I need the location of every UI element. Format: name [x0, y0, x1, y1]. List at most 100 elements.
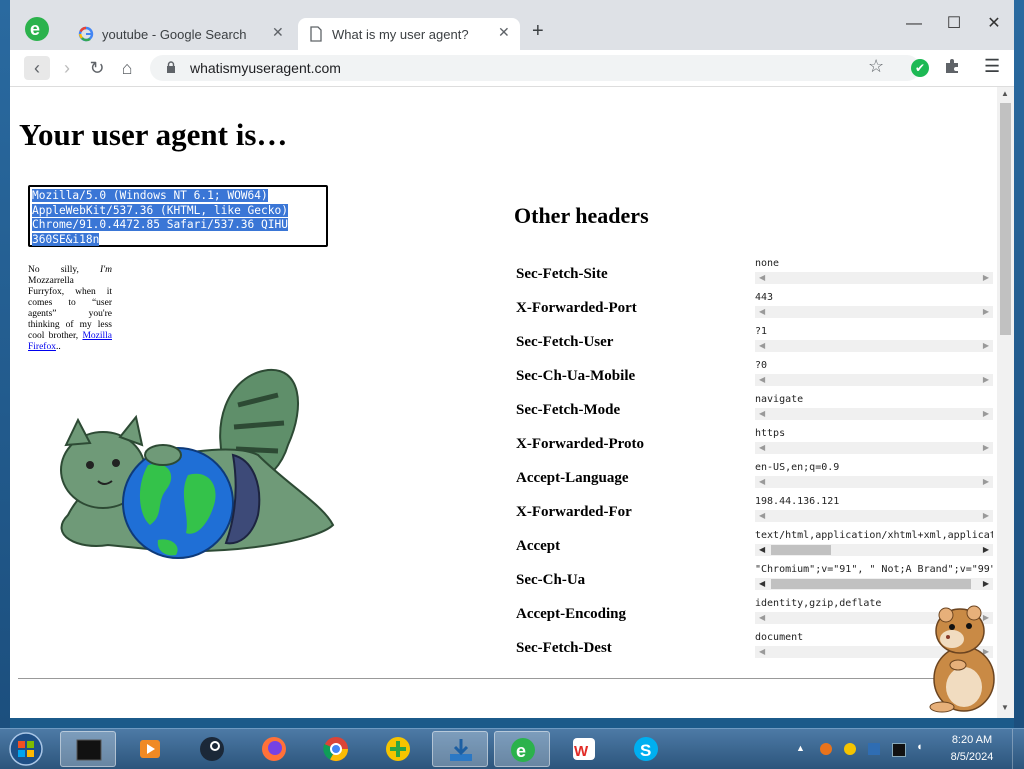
- horizontal-scrollbar[interactable]: ◀ ▶: [755, 306, 993, 318]
- horizontal-scrollbar[interactable]: ◀ ▶: [755, 578, 993, 590]
- page-vertical-scrollbar[interactable]: ▲ ▼: [997, 87, 1014, 718]
- taskbar-chrome-app[interactable]: [308, 731, 364, 767]
- scroll-left-icon[interactable]: ◀: [759, 510, 765, 522]
- header-value[interactable]: navigate: [755, 394, 803, 405]
- header-value-field[interactable]: navigate ◀ ▶: [755, 394, 993, 424]
- clock-time[interactable]: 8:20 AM: [946, 734, 998, 746]
- show-desktop-button[interactable]: [1012, 729, 1024, 769]
- horizontal-scrollbar[interactable]: ◀ ▶: [755, 476, 993, 488]
- scroll-right-icon[interactable]: ▶: [983, 578, 989, 590]
- header-value[interactable]: document: [755, 632, 803, 643]
- taskbar-firefox-app[interactable]: [246, 731, 302, 767]
- header-value[interactable]: 198.44.136.121: [755, 496, 839, 507]
- start-orb-icon[interactable]: [4, 730, 48, 768]
- scroll-left-icon[interactable]: ◀: [759, 646, 765, 658]
- tab-close-icon[interactable]: ✕: [272, 24, 284, 41]
- header-value[interactable]: https: [755, 428, 785, 439]
- taskbar-terminal-app[interactable]: [60, 731, 116, 767]
- horizontal-scrollbar[interactable]: ◀ ▶: [755, 510, 993, 522]
- taskbar-media-player-app[interactable]: [122, 731, 178, 767]
- header-value[interactable]: text/html,application/xhtml+xml,applicat: [755, 530, 993, 541]
- tab-google-search[interactable]: youtube - Google Search ✕: [68, 18, 292, 50]
- scroll-right-icon[interactable]: ▶: [983, 544, 989, 556]
- extension-check-icon[interactable]: ✔: [911, 59, 929, 77]
- tray-360-icon[interactable]: [844, 743, 856, 755]
- minimize-button[interactable]: —: [894, 10, 934, 40]
- header-value-field[interactable]: en-US,en;q=0.9 ◀ ▶: [755, 462, 993, 492]
- header-value[interactable]: ?0: [755, 360, 767, 371]
- show-hidden-icons-chevron-icon[interactable]: ▲: [796, 743, 808, 755]
- taskbar-wps-office-app[interactable]: W: [556, 731, 612, 767]
- tray-shield-icon[interactable]: [868, 743, 880, 755]
- scroll-thumb[interactable]: [771, 545, 831, 555]
- header-value-field[interactable]: ?1 ◀ ▶: [755, 326, 993, 356]
- tray-network-icon[interactable]: [892, 743, 906, 757]
- tray-app-icon[interactable]: [820, 743, 832, 755]
- header-value[interactable]: none: [755, 258, 779, 269]
- user-agent-textarea[interactable]: Mozilla/5.0 (Windows NT 6.1; WOW64) Appl…: [28, 185, 328, 247]
- horizontal-scrollbar[interactable]: ◀ ▶: [755, 544, 993, 556]
- header-value-field[interactable]: https ◀ ▶: [755, 428, 993, 458]
- scroll-left-icon[interactable]: ◀: [759, 408, 765, 420]
- tab-close-icon[interactable]: ✕: [498, 24, 510, 41]
- scroll-right-icon[interactable]: ▶: [983, 374, 989, 386]
- horizontal-scrollbar[interactable]: ◀ ▶: [755, 408, 993, 420]
- horizontal-scrollbar[interactable]: ◀ ▶: [755, 272, 993, 284]
- taskbar-steam-app[interactable]: [184, 731, 240, 767]
- taskbar-ie-browser-app[interactable]: e: [494, 731, 550, 767]
- header-value-field[interactable]: 443 ◀ ▶: [755, 292, 993, 322]
- taskbar-download-manager-app[interactable]: [432, 731, 488, 767]
- scroll-left-icon[interactable]: ◀: [759, 612, 765, 624]
- page-scroll-thumb[interactable]: [1000, 103, 1011, 335]
- extensions-puzzle-icon[interactable]: [944, 58, 960, 74]
- scroll-left-icon[interactable]: ◀: [759, 476, 765, 488]
- scroll-right-icon[interactable]: ▶: [983, 408, 989, 420]
- scroll-left-icon[interactable]: ◀: [759, 544, 765, 556]
- back-arrow-icon[interactable]: ‹: [24, 56, 50, 80]
- scroll-thumb[interactable]: [771, 579, 971, 589]
- scroll-down-icon[interactable]: ▼: [1001, 703, 1009, 712]
- url-text[interactable]: whatismyuseragent.com: [190, 60, 341, 76]
- 360-browser-logo-icon[interactable]: e: [24, 16, 50, 42]
- reload-icon[interactable]: ↻: [84, 56, 110, 80]
- header-value-field[interactable]: 198.44.136.121 ◀ ▶: [755, 496, 993, 526]
- home-icon[interactable]: ⌂: [114, 56, 140, 80]
- scroll-left-icon[interactable]: ◀: [759, 442, 765, 454]
- scroll-right-icon[interactable]: ▶: [983, 476, 989, 488]
- header-value-field[interactable]: none ◀ ▶: [755, 258, 993, 288]
- header-value-field[interactable]: text/html,application/xhtml+xml,applicat…: [755, 530, 993, 560]
- scroll-left-icon[interactable]: ◀: [759, 272, 765, 284]
- tab-what-is-my-user-agent[interactable]: What is my user agent? ✕: [298, 18, 520, 50]
- bookmark-star-icon[interactable]: ☆: [868, 56, 884, 77]
- scroll-right-icon[interactable]: ▶: [983, 340, 989, 352]
- scroll-left-icon[interactable]: ◀: [759, 578, 765, 590]
- horizontal-scrollbar[interactable]: ◀ ▶: [755, 374, 993, 386]
- clock-date[interactable]: 8/5/2024: [946, 751, 998, 763]
- scroll-left-icon[interactable]: ◀: [759, 374, 765, 386]
- taskbar-360-plus-app[interactable]: [370, 731, 426, 767]
- header-value[interactable]: "Chromium";v="91", " Not;A Brand";v="99": [755, 564, 993, 575]
- new-tab-plus-icon[interactable]: +: [532, 20, 544, 43]
- menu-hamburger-icon[interactable]: ☰: [984, 56, 1000, 77]
- user-agent-text[interactable]: Mozilla/5.0 (Windows NT 6.1; WOW64) Appl…: [32, 189, 326, 247]
- header-value[interactable]: identity,gzip,deflate: [755, 598, 881, 609]
- scroll-left-icon[interactable]: ◀: [759, 306, 765, 318]
- scroll-right-icon[interactable]: ▶: [983, 272, 989, 284]
- header-value[interactable]: 443: [755, 292, 773, 303]
- scroll-right-icon[interactable]: ▶: [983, 442, 989, 454]
- tray-volume-icon[interactable]: ◖: [916, 741, 928, 753]
- horizontal-scrollbar[interactable]: ◀ ▶: [755, 340, 993, 352]
- maximize-button[interactable]: ☐: [934, 10, 974, 40]
- header-value[interactable]: ?1: [755, 326, 767, 337]
- header-value-field[interactable]: "Chromium";v="91", " Not;A Brand";v="99"…: [755, 564, 993, 594]
- header-value[interactable]: en-US,en;q=0.9: [755, 462, 839, 473]
- scroll-left-icon[interactable]: ◀: [759, 340, 765, 352]
- forward-arrow-icon[interactable]: ›: [54, 56, 80, 80]
- scroll-right-icon[interactable]: ▶: [983, 306, 989, 318]
- scroll-up-icon[interactable]: ▲: [1001, 89, 1009, 98]
- address-bar[interactable]: whatismyuseragent.com: [150, 55, 920, 81]
- close-window-button[interactable]: ✕: [974, 10, 1014, 40]
- scroll-right-icon[interactable]: ▶: [983, 510, 989, 522]
- horizontal-scrollbar[interactable]: ◀ ▶: [755, 442, 993, 454]
- header-value-field[interactable]: ?0 ◀ ▶: [755, 360, 993, 390]
